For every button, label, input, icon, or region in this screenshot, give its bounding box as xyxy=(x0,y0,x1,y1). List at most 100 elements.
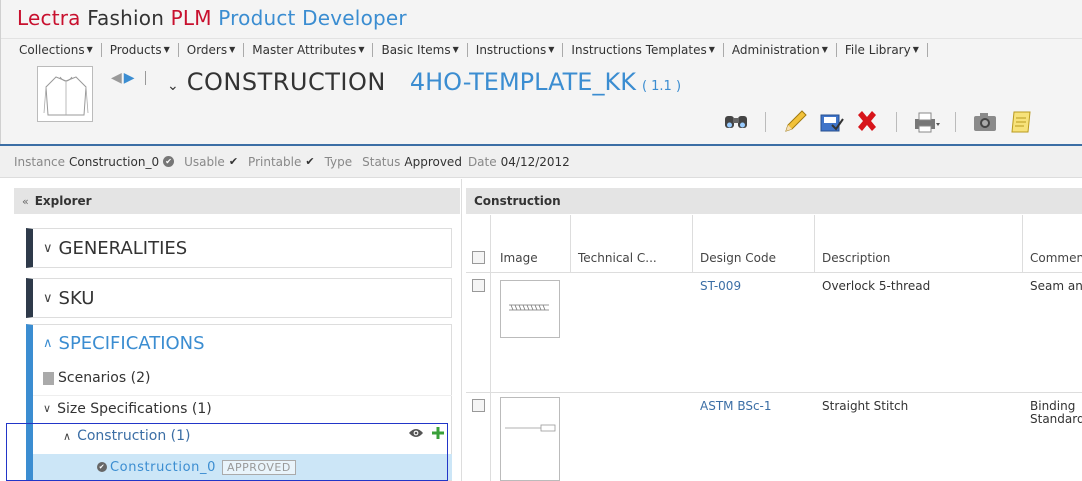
date-value: 04/12/2012 xyxy=(500,154,570,169)
action-toolbar xyxy=(721,106,1036,138)
toolbar-separator xyxy=(765,112,766,132)
menu-separator xyxy=(926,42,928,57)
design-code-link[interactable]: ST-009 xyxy=(700,279,741,293)
comment-cell: Seam an xyxy=(1030,279,1082,293)
binoculars-icon[interactable] xyxy=(721,107,751,137)
brand-lectra: Lectra xyxy=(17,6,81,30)
menu-master-attributes[interactable]: Master Attributes ▼ xyxy=(244,43,372,57)
notes-icon[interactable] xyxy=(1006,107,1036,137)
row-checkbox[interactable] xyxy=(472,399,485,412)
tree-item-label: Construction_0 xyxy=(110,459,216,475)
stitch-thumbnail[interactable] xyxy=(500,280,560,338)
chevron-down-icon: ∨ xyxy=(43,402,52,415)
caret-down-icon: ▼ xyxy=(821,45,828,54)
column-divider xyxy=(490,273,491,481)
product-thumbnail[interactable] xyxy=(37,66,93,122)
tree-item-construction-0[interactable]: ✔ Construction_0 APPROVED xyxy=(33,454,452,480)
chevron-up-icon: ∧ xyxy=(43,336,53,351)
header-divider xyxy=(466,272,1082,273)
menu-instructions-templates[interactable]: Instructions Templates ▼ xyxy=(563,43,722,57)
pencil-icon[interactable] xyxy=(780,107,810,137)
column-divider xyxy=(570,215,571,273)
design-code-link[interactable]: ASTM BSc-1 xyxy=(700,399,772,413)
section-label: GENERALITIES xyxy=(58,237,188,259)
specifications-header[interactable]: ∧ SPECIFICATIONS xyxy=(43,333,205,354)
status-badge: APPROVED xyxy=(221,459,296,475)
caret-down-icon: ▼ xyxy=(708,45,715,54)
column-divider xyxy=(692,215,693,273)
comment-cell: Binding xyxy=(1030,399,1076,413)
instance-value: Construction_0 xyxy=(69,154,160,169)
column-header-technical[interactable]: Technical C... xyxy=(578,251,657,265)
stitch-thumbnail[interactable] xyxy=(500,397,560,481)
tree-item-size-specifications[interactable]: ∨ Size Specifications (1) xyxy=(33,395,452,421)
row-divider xyxy=(466,392,1082,393)
chevron-down-icon[interactable]: ⌄ xyxy=(167,78,179,94)
construction-header: Construction xyxy=(466,188,1082,214)
section-generalities[interactable]: ∨ GENERALITIES xyxy=(26,228,452,268)
approved-check-icon: ✔ xyxy=(163,156,175,167)
section-label: SKU xyxy=(58,287,95,309)
save-as-icon[interactable] xyxy=(816,107,846,137)
nav-separator xyxy=(144,71,146,85)
page-title: ⌄ CONSTRUCTION 4HO-TEMPLATE_KK ( 1.1 ) xyxy=(167,68,681,96)
main-menu: Collections ▼ Products ▼ Orders ▼ Master At… xyxy=(1,38,1082,60)
caret-down-icon: ▼ xyxy=(452,45,459,54)
construction-title: Construction xyxy=(474,194,561,208)
tree-item-construction[interactable]: ∧ Construction (1) xyxy=(33,423,452,449)
next-arrow-icon[interactable]: ▶ xyxy=(124,70,135,86)
collapse-left-icon[interactable]: « xyxy=(22,195,29,208)
comment-cell-line2: Standard xyxy=(1030,412,1082,426)
delete-icon[interactable] xyxy=(852,107,882,137)
chevron-up-icon: ∧ xyxy=(63,429,72,443)
brand-product-developer: Product Developer xyxy=(218,6,407,30)
app-header: Lectra Fashion PLM Product Developer Col… xyxy=(0,0,1082,145)
caret-down-icon: ▼ xyxy=(163,45,170,54)
menu-products[interactable]: Products ▼ xyxy=(102,43,178,57)
eye-icon[interactable] xyxy=(408,427,424,439)
add-icon[interactable] xyxy=(432,427,444,439)
menu-instructions[interactable]: Instructions ▼ xyxy=(468,43,563,57)
menu-administration[interactable]: Administration ▼ xyxy=(724,43,836,57)
caret-down-icon: ▼ xyxy=(229,45,236,54)
menu-file-library[interactable]: File Library ▼ xyxy=(837,43,927,57)
column-header-design-code[interactable]: Design Code xyxy=(700,251,776,265)
status-label: Status xyxy=(362,154,401,169)
usable-check-icon: ✔ xyxy=(228,155,239,168)
section-label: SPECIFICATIONS xyxy=(58,333,205,354)
column-header-description[interactable]: Description xyxy=(822,251,890,265)
app-brand: Lectra Fashion PLM Product Developer xyxy=(17,6,407,30)
previous-arrow-icon[interactable]: ◀ xyxy=(111,70,122,86)
description-cell: Straight Stitch xyxy=(822,399,909,413)
document-icon xyxy=(43,371,54,385)
brand-fashion: Fashion xyxy=(87,6,165,30)
select-all-checkbox[interactable] xyxy=(472,251,485,264)
menu-orders[interactable]: Orders ▼ xyxy=(179,43,244,57)
object-version: ( 1.1 ) xyxy=(641,79,682,94)
toolbar-separator xyxy=(896,112,897,132)
instance-label: Instance xyxy=(14,154,66,169)
explorer-title: Explorer xyxy=(34,194,92,208)
caret-down-icon: ▼ xyxy=(358,45,365,54)
print-icon[interactable] xyxy=(911,107,941,137)
object-type-label: CONSTRUCTION xyxy=(186,68,386,96)
camera-icon[interactable] xyxy=(970,107,1000,137)
chevron-down-icon: ∨ xyxy=(43,290,53,306)
straight-stitch-icon xyxy=(505,424,556,432)
menu-basic-items[interactable]: Basic Items ▼ xyxy=(373,43,466,57)
instance-info-bar: Instance Construction_0 ✔ Usable ✔ Print… xyxy=(0,146,1082,178)
approved-check-icon: ✔ xyxy=(97,462,107,472)
menu-collections[interactable]: Collections ▼ xyxy=(15,43,101,57)
column-header-comment[interactable]: Commen xyxy=(1030,251,1082,265)
row-checkbox[interactable] xyxy=(472,279,485,292)
tree-item-label: Construction (1) xyxy=(77,428,191,444)
section-sku[interactable]: ∨ SKU xyxy=(26,278,452,318)
column-header-image[interactable]: Image xyxy=(500,251,538,265)
column-divider xyxy=(1022,215,1023,273)
explorer-header: « Explorer xyxy=(14,188,460,214)
tree-item-actions xyxy=(408,427,444,439)
usable-label: Usable xyxy=(184,154,225,169)
object-name: 4HO-TEMPLATE_KK xyxy=(409,68,636,96)
tree-item-scenarios[interactable]: Scenarios (2) xyxy=(33,365,452,391)
column-divider xyxy=(814,215,815,273)
